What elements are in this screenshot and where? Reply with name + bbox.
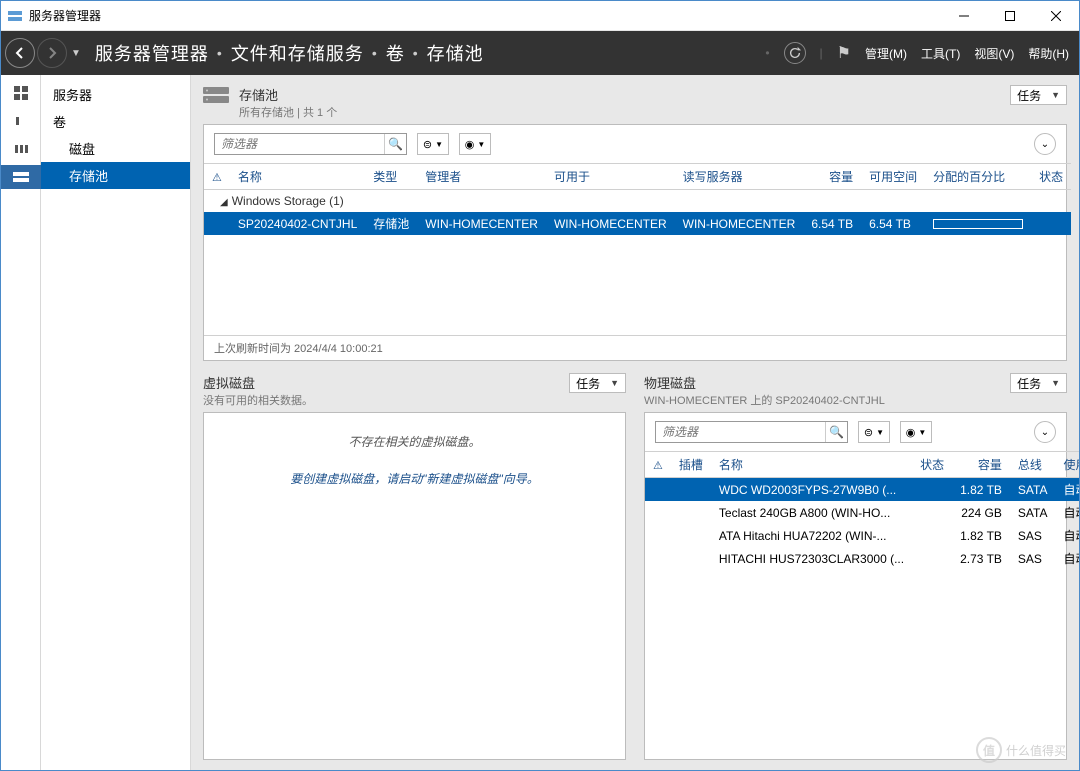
menu-manage[interactable]: 管理(M) <box>865 45 907 62</box>
refresh-button[interactable] <box>784 42 806 64</box>
sidebar-item-disks[interactable]: 磁盘 <box>41 135 190 162</box>
watermark: 值什么值得买 <box>976 737 1066 763</box>
filter-input[interactable] <box>656 422 825 442</box>
panel-title: 存储池 <box>239 85 337 104</box>
view-options-button[interactable]: ⊜▼ <box>417 133 449 155</box>
search-icon[interactable]: 🔍 <box>384 134 406 154</box>
menu-tools[interactable]: 工具(T) <box>921 45 960 62</box>
panel-subtitle: WIN-HOMECENTER 上的 SP20240402-CNTJHL <box>644 392 885 408</box>
filter-search[interactable]: 🔍 <box>214 133 407 155</box>
col-capacity[interactable]: 容量 <box>803 164 861 190</box>
icon-rail <box>1 75 41 770</box>
titlebar: 服务器管理器 <box>1 1 1079 31</box>
breadcrumb-item[interactable]: 文件和存储服务 <box>231 40 364 66</box>
physical-disks-table: ⚠ 插槽 名称 状态 容量 总线 使用率 底盘 WDC WD2003FYPS-2… <box>645 451 1079 570</box>
col-capacity[interactable]: 容量 <box>952 452 1010 478</box>
sidebar-item-volumes[interactable]: 卷 <box>41 108 190 135</box>
col-status[interactable]: 状态 <box>912 452 952 478</box>
filter-search[interactable]: 🔍 <box>655 421 848 443</box>
physical-disks-section: 物理磁盘 WIN-HOMECENTER 上的 SP20240402-CNTJHL… <box>644 373 1067 760</box>
filter-input[interactable] <box>215 134 384 154</box>
sidebar-item-storage-pools[interactable]: 存储池 <box>41 162 190 189</box>
panel-subtitle: 所有存储池 | 共 1 个 <box>239 104 337 120</box>
search-icon[interactable]: 🔍 <box>825 422 847 442</box>
virtual-disks-section: 虚拟磁盘 没有可用的相关数据。 任务▼ 不存在相关的虚拟磁盘。 要创建虚拟磁盘，… <box>203 373 626 760</box>
view-options-button[interactable]: ⊜▼ <box>858 421 890 443</box>
breadcrumb-item[interactable]: 卷 <box>386 40 405 66</box>
table-row[interactable]: HITACHI HUS72303CLAR3000 (...2.73 TBSAS自… <box>645 547 1079 570</box>
warning-icon: ⚠ <box>212 172 222 184</box>
close-button[interactable] <box>1033 1 1079 31</box>
chevron-right-icon: • <box>413 45 419 61</box>
col-manager[interactable]: 管理者 <box>417 164 546 190</box>
sidebar: 服务器 卷 磁盘 存储池 <box>41 75 191 770</box>
menu-view[interactable]: 视图(V) <box>974 45 1014 62</box>
rail-local-server-icon[interactable] <box>1 109 41 133</box>
table-row[interactable]: SP20240402-CNTJHL 存储池 WIN-HOMECENTER WIN… <box>204 212 1071 235</box>
col-free[interactable]: 可用空间 <box>861 164 925 190</box>
tasks-dropdown[interactable]: 任务▼ <box>1010 85 1067 105</box>
storage-pools-table: ⚠ 名称 类型 管理者 可用于 读写服务器 容量 可用空间 分配的百分比 状态 … <box>204 163 1071 235</box>
server-icon <box>203 85 229 105</box>
nav-forward-button <box>37 38 67 68</box>
chevron-right-icon: • <box>217 45 223 61</box>
col-name[interactable]: 名称 <box>230 164 365 190</box>
col-bus[interactable]: 总线 <box>1010 452 1056 478</box>
nav-separator: • <box>765 46 769 60</box>
col-usage[interactable]: 使用率 <box>1055 452 1079 478</box>
minimize-button[interactable] <box>941 1 987 31</box>
rail-all-servers-icon[interactable] <box>1 137 41 161</box>
col-name[interactable]: 名称 <box>711 452 912 478</box>
table-row[interactable]: ATA Hitachi HUA72202 (WIN-...1.82 TBSAS自… <box>645 524 1079 547</box>
separator: | <box>820 46 823 60</box>
tasks-dropdown[interactable]: 任务▼ <box>569 373 626 393</box>
maximize-button[interactable] <box>987 1 1033 31</box>
table-row[interactable]: Teclast 240GB A800 (WIN-HO...224 GBSATA自… <box>645 501 1079 524</box>
tasks-dropdown[interactable]: 任务▼ <box>1010 373 1067 393</box>
storage-pools-section: 存储池 所有存储池 | 共 1 个 任务▼ 🔍 ⊜▼ ◉▼ ⌄ <box>203 85 1067 361</box>
nav-history-dropdown[interactable]: ▼ <box>71 48 81 59</box>
refresh-timestamp: 上次刷新时间为 2024/4/4 10:00:21 <box>204 335 1066 360</box>
notifications-flag-icon[interactable]: ⚑ <box>837 43 851 63</box>
col-type[interactable]: 类型 <box>365 164 417 190</box>
allocation-bar <box>933 219 1023 229</box>
col-available-for[interactable]: 可用于 <box>546 164 675 190</box>
rail-file-storage-icon[interactable] <box>1 165 41 189</box>
navbar: ▼ 服务器管理器 • 文件和存储服务 • 卷 • 存储池 • | ⚑ 管理(M)… <box>1 31 1079 75</box>
empty-message: 不存在相关的虚拟磁盘。 <box>204 433 625 450</box>
table-row[interactable]: WDC WD2003FYPS-27W9B0 (...1.82 TBSATA自动I… <box>645 478 1079 502</box>
rail-dashboard-icon[interactable] <box>1 81 41 105</box>
save-query-button[interactable]: ◉▼ <box>900 421 932 443</box>
empty-action-link[interactable]: 要创建虚拟磁盘，请启动"新建虚拟磁盘"向导。 <box>204 470 625 487</box>
col-allocpct[interactable]: 分配的百分比 <box>925 164 1031 190</box>
col-status[interactable]: 状态 <box>1031 164 1071 190</box>
panel-subtitle: 没有可用的相关数据。 <box>203 392 313 408</box>
expand-button[interactable]: ⌄ <box>1034 133 1056 155</box>
breadcrumb-item[interactable]: 存储池 <box>427 40 484 66</box>
col-slot[interactable]: 插槽 <box>671 452 711 478</box>
chevron-right-icon: • <box>372 45 378 61</box>
table-group-row[interactable]: ◢Windows Storage (1) <box>204 190 1071 213</box>
save-query-button[interactable]: ◉▼ <box>459 133 491 155</box>
col-rw-server[interactable]: 读写服务器 <box>675 164 804 190</box>
panel-title: 物理磁盘 <box>644 373 885 392</box>
panel-title: 虚拟磁盘 <box>203 373 313 392</box>
expand-button[interactable]: ⌄ <box>1034 421 1056 443</box>
breadcrumb-root[interactable]: 服务器管理器 <box>95 40 209 66</box>
sidebar-item-servers[interactable]: 服务器 <box>41 81 190 108</box>
menu-help[interactable]: 帮助(H) <box>1028 45 1069 62</box>
nav-back-button[interactable] <box>5 38 35 68</box>
breadcrumb: 服务器管理器 • 文件和存储服务 • 卷 • 存储池 <box>95 40 765 66</box>
app-icon <box>7 8 23 24</box>
window-title: 服务器管理器 <box>29 7 941 24</box>
warning-icon: ⚠ <box>653 460 663 472</box>
